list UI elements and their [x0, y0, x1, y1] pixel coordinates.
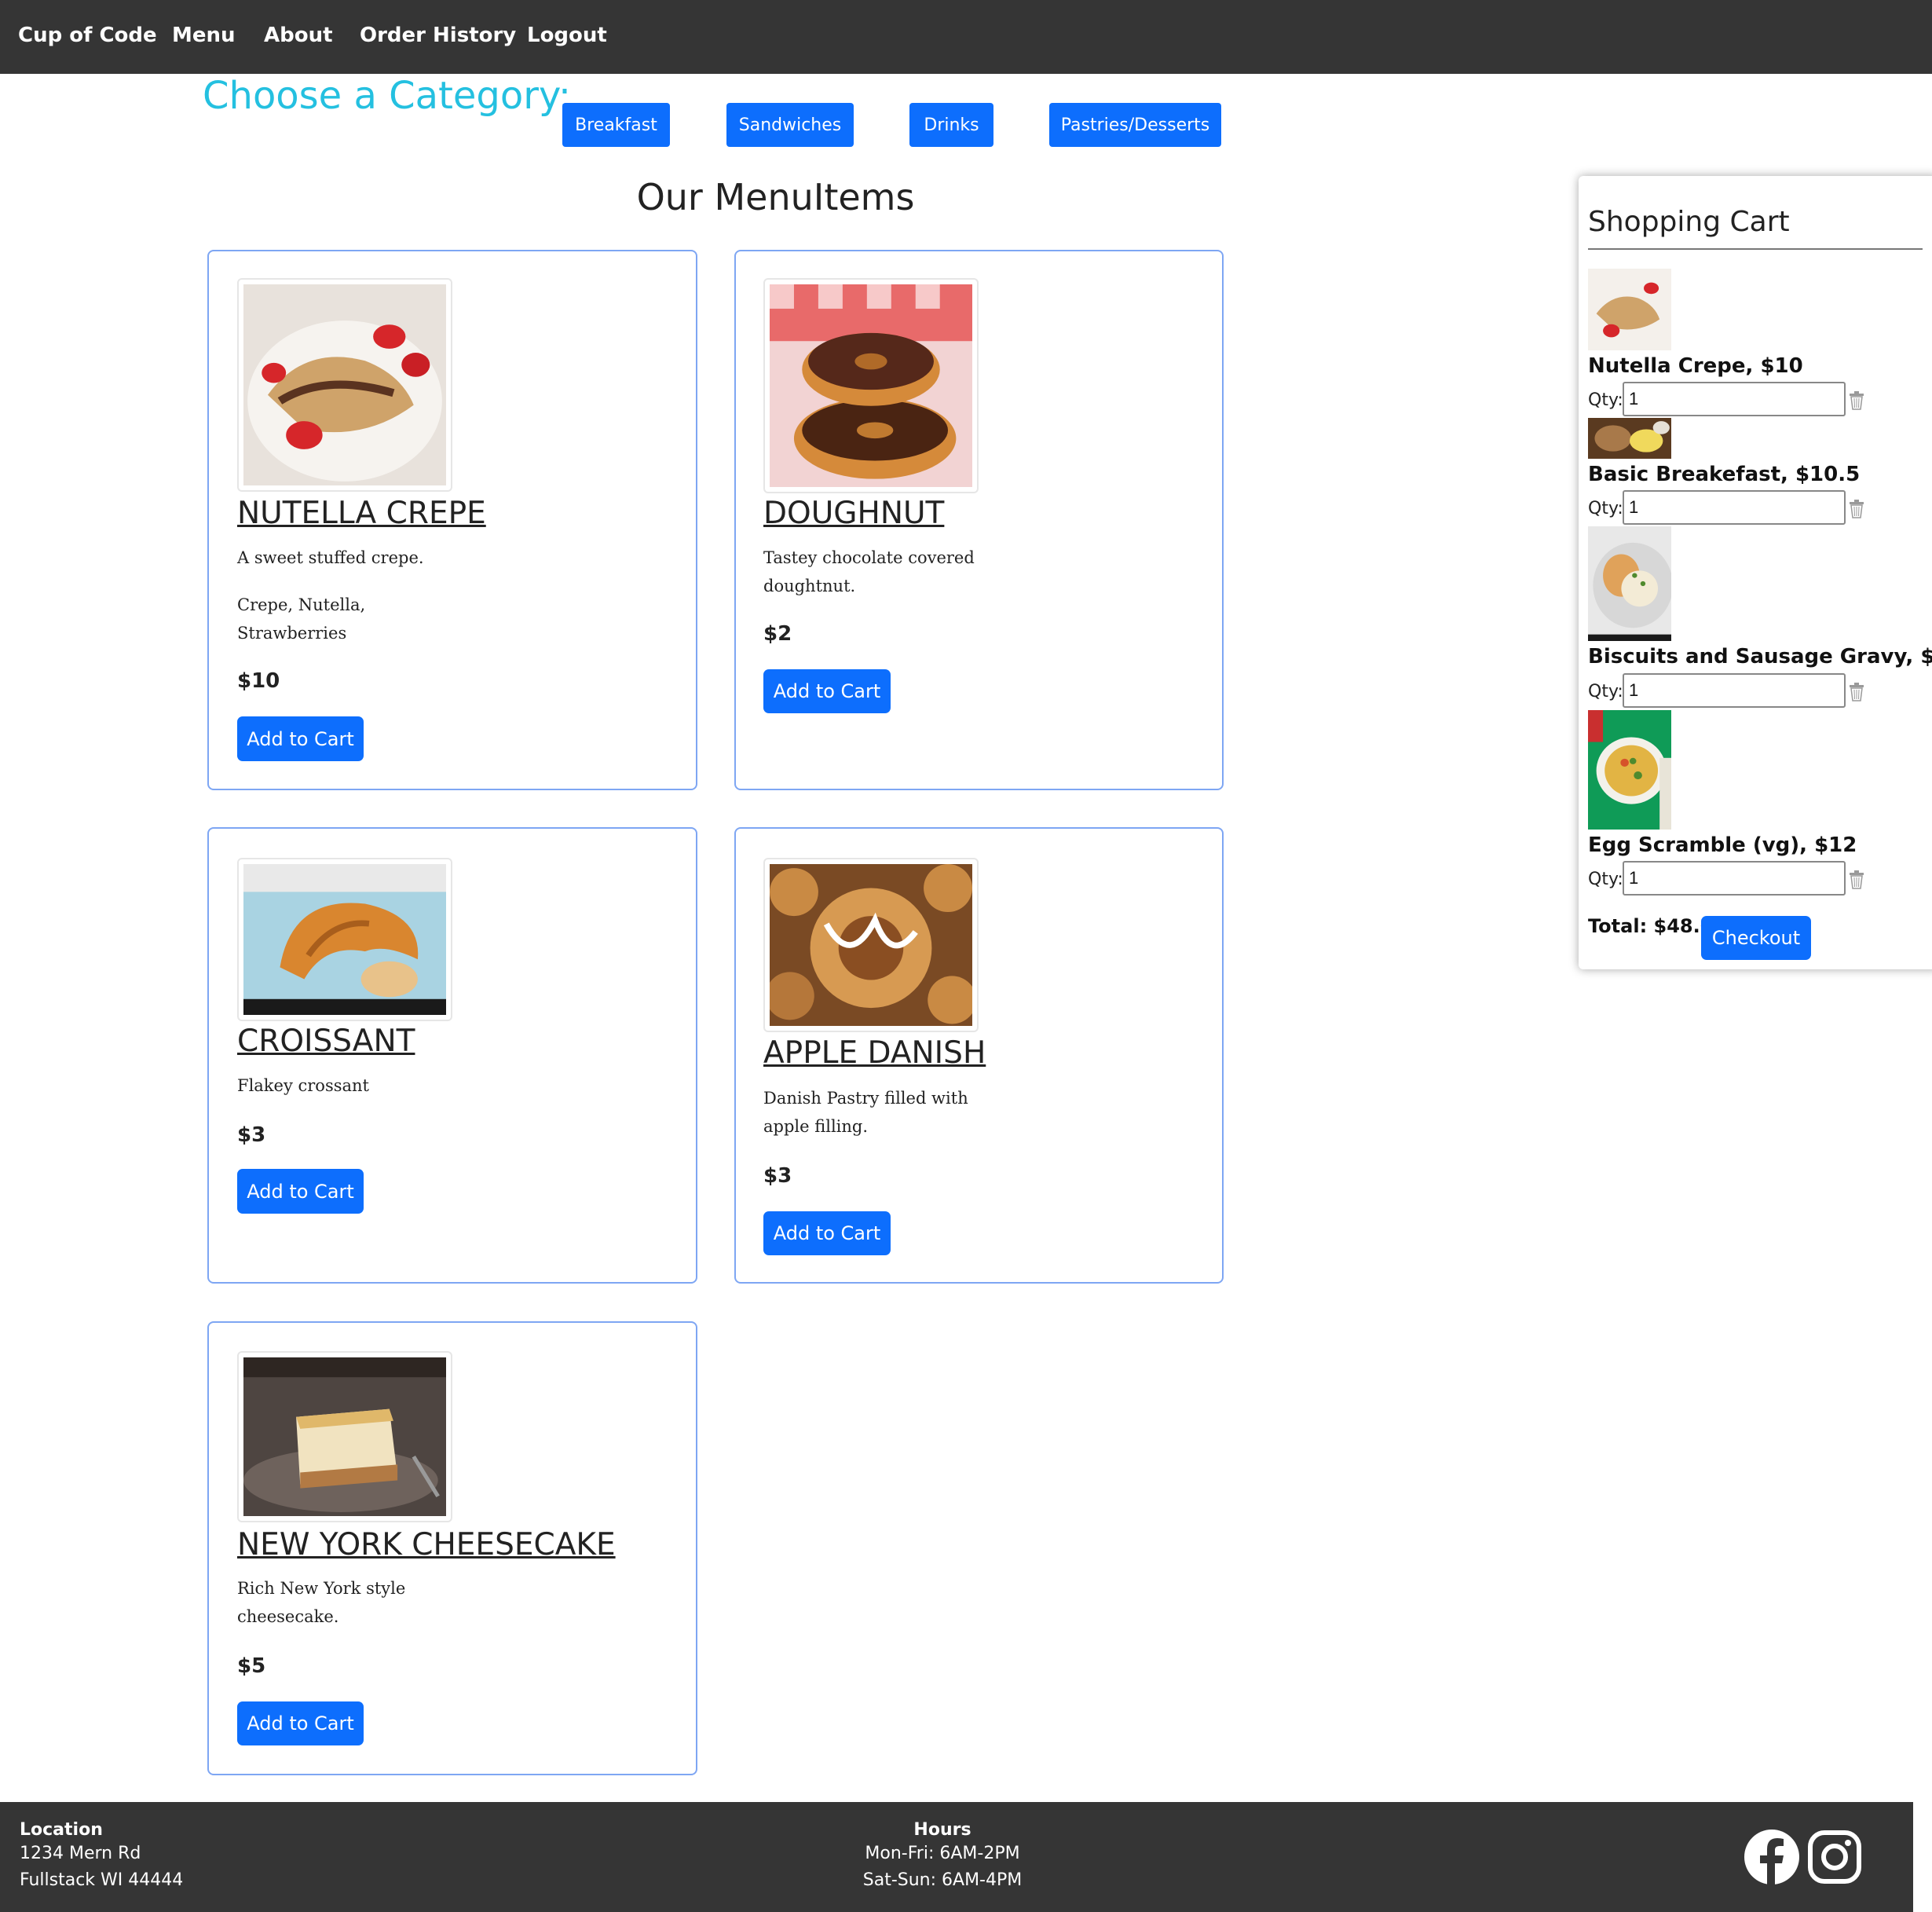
cheesecake-image — [237, 1351, 452, 1522]
qty-label: Qty: — [1588, 390, 1623, 410]
item-name[interactable]: APPLE DANISH — [763, 1035, 986, 1071]
add-to-cart-button[interactable]: Add to Cart — [237, 1169, 364, 1214]
cart-item-image — [1588, 269, 1671, 350]
cart-item-image — [1588, 418, 1671, 459]
qty-input[interactable] — [1623, 382, 1846, 416]
qty-input[interactable] — [1623, 673, 1846, 708]
menu-heading: Our MenuItems — [636, 176, 915, 218]
cart-item-image — [1588, 526, 1671, 641]
cart-item-name: Basic Breakefast, $10.5 — [1588, 463, 1861, 486]
apple-danish-image — [763, 858, 979, 1032]
footer-address-line2: Fullstack WI 44444 — [20, 1870, 184, 1890]
cart-item-name: Biscuits and Sausage Gravy, $15.5 — [1588, 645, 1932, 668]
qty-label: Qty: — [1588, 499, 1623, 518]
item-description: Rich New York style cheesecake. — [237, 1579, 406, 1626]
qty-label: Qty: — [1588, 870, 1623, 889]
footer-hours-weekend: Sat-Sun: 6AM-4PM — [862, 1870, 1023, 1890]
trash-icon[interactable] — [1849, 391, 1864, 410]
add-to-cart-button[interactable]: Add to Cart — [763, 669, 891, 713]
nutella-crepe-image — [237, 278, 452, 492]
qty-input[interactable] — [1623, 861, 1846, 896]
item-description: Flakey crossant — [237, 1076, 369, 1095]
category-title: Choose a Category: — [203, 74, 572, 118]
nav-order-history-link[interactable]: Order History — [360, 24, 516, 47]
trash-icon[interactable] — [1849, 683, 1864, 701]
trash-icon[interactable] — [1849, 500, 1864, 518]
item-price: $3 — [237, 1123, 266, 1147]
footer-location-title: Location — [20, 1820, 103, 1840]
footer-address-line1: 1234 Mern Rd — [20, 1844, 141, 1863]
instagram-icon[interactable] — [1808, 1830, 1861, 1884]
qty-input[interactable] — [1623, 490, 1846, 525]
item-description: A sweet stuffed crepe. Crepe, Nutella, S… — [237, 548, 424, 643]
checkout-button[interactable]: Checkout — [1701, 916, 1811, 960]
croissant-image — [237, 858, 452, 1021]
cart-item-name: Egg Scramble (vg), $12 — [1588, 833, 1857, 857]
item-price: $10 — [237, 669, 280, 693]
category-pastries-desserts-button[interactable]: Pastries/Desserts — [1049, 103, 1221, 147]
nav-about-link[interactable]: About — [264, 24, 333, 47]
cart-item-name: Nutella Crepe, $10 — [1588, 354, 1803, 378]
brand-link[interactable]: Cup of Code — [18, 24, 157, 47]
cart-title: Shopping Cart — [1588, 206, 1790, 238]
facebook-icon[interactable] — [1744, 1829, 1800, 1885]
category-sandwiches-button[interactable]: Sandwiches — [726, 103, 854, 147]
add-to-cart-button[interactable]: Add to Cart — [763, 1211, 891, 1255]
cart-item-image — [1588, 710, 1671, 830]
cart-divider — [1588, 248, 1923, 250]
item-description: Danish Pastry filled with apple filling. — [763, 1089, 968, 1136]
add-to-cart-button[interactable]: Add to Cart — [237, 1701, 364, 1745]
item-name[interactable]: DOUGHNUT — [763, 496, 944, 531]
item-price: $2 — [763, 622, 792, 646]
trash-icon[interactable] — [1849, 870, 1864, 889]
item-price: $3 — [763, 1164, 792, 1188]
nav-menu-link[interactable]: Menu — [172, 24, 236, 47]
doughnut-image — [763, 278, 979, 493]
footer-hours-weekday: Mon-Fri: 6AM-2PM — [865, 1844, 1020, 1863]
item-price: $5 — [237, 1654, 266, 1678]
item-name[interactable]: NUTELLA CREPE — [237, 496, 486, 531]
qty-label: Qty: — [1588, 682, 1623, 701]
nav-logout-link[interactable]: Logout — [527, 24, 607, 47]
item-name[interactable]: NEW YORK CHEESECAKE — [237, 1527, 616, 1562]
footer-hours-title: Hours — [913, 1820, 971, 1840]
item-name[interactable]: CROISSANT — [237, 1024, 415, 1059]
category-breakfast-button[interactable]: Breakfast — [562, 103, 670, 147]
add-to-cart-button[interactable]: Add to Cart — [237, 716, 364, 761]
category-drinks-button[interactable]: Drinks — [909, 103, 993, 147]
item-description: Tastey chocolate covered doughtnut. — [763, 548, 975, 595]
